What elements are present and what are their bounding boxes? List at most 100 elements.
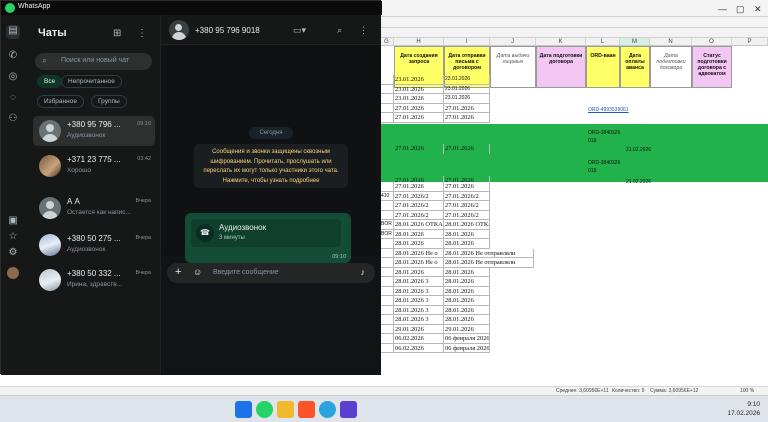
communities-icon[interactable]: ⚇ — [7, 113, 19, 125]
filter-all[interactable]: Все — [37, 75, 63, 88]
column-header[interactable]: K — [536, 38, 586, 46]
call-message[interactable]: ☎ Аудиозвонок 3 минуты 09:10 — [185, 213, 351, 263]
menu-icon[interactable]: ⋮ — [359, 25, 368, 36]
avatar — [39, 120, 61, 142]
table-row[interactable]: 29.01.2026 29.01.2026 — [380, 324, 768, 334]
chats-title: Чаты — [38, 27, 67, 39]
status-bar: Среднее: 3,60956E+11 Количество: 9 Сумма… — [0, 386, 768, 395]
brave-icon[interactable] — [298, 401, 315, 418]
table-row[interactable]: 23.01.2026 23.01.2026 — [380, 94, 768, 104]
table-row[interactable]: 23.01.2026 23.01.2026 — [380, 75, 768, 85]
whatsapp-logo-icon — [5, 3, 15, 13]
message-composer[interactable]: + ☺ Введите сообщение ♪ — [167, 263, 375, 283]
table-row[interactable]: 28.01.2026 28.01.2026 — [380, 267, 768, 277]
whatsapp-window: WhatsApp ▤ ✆ ◎ ◌ ⚇ ▣ ☆ ⚙ Чаты ⊞ ⋮ ⌕ Поис… — [0, 0, 382, 375]
column-header[interactable]: I — [444, 38, 490, 46]
date-divider: Сегодня — [249, 127, 293, 139]
table-row[interactable]: 28.01.2026 Не о 28.01.2026 Не отправляли — [380, 248, 768, 258]
microphone-icon[interactable]: ♪ — [361, 267, 366, 277]
profile-avatar[interactable] — [7, 267, 19, 279]
ord-link[interactable]: ORD-4993539061 — [588, 107, 629, 113]
close-icon[interactable]: ✕ — [754, 4, 762, 15]
column-header[interactable]: J — [490, 38, 536, 46]
phone-call-icon: ☎ — [196, 224, 214, 242]
column-header[interactable]: G — [380, 38, 394, 46]
column-header[interactable]: N — [650, 38, 692, 46]
table-row[interactable]: 410 27.01.2026/2 27.01.2026/2 — [380, 191, 768, 201]
message-input[interactable]: Введите сообщение — [213, 269, 279, 276]
video-call-icon[interactable]: ▭▾ — [293, 25, 306, 36]
table-row[interactable]: 27.01.2026 27.01.2026 — [380, 103, 768, 113]
whatsapp-icon[interactable] — [256, 401, 273, 418]
chat-list-panel: Чаты ⊞ ⋮ ⌕ Поиск или новый чат Все Непро… — [25, 15, 161, 375]
table-row[interactable]: 27.01.2026/2 27.01.2026/2 — [380, 201, 768, 211]
title-bar[interactable]: WhatsApp — [1, 1, 382, 15]
table-row[interactable]: 27.01.2026/2 27.01.2026/2 — [380, 210, 768, 220]
app-icon[interactable] — [340, 401, 357, 418]
chat-item[interactable]: +380 50 275 ... Вчера Аудиозвонок — [33, 230, 155, 260]
status-icon[interactable]: ◎ — [7, 71, 19, 83]
table-row[interactable]: 06.02.2026 06 февраля 2026 г — [380, 343, 768, 353]
table-row[interactable]: 28.01.2026 Не о 28.01.2026 Не отправляли — [380, 258, 768, 268]
avatar — [39, 197, 61, 219]
new-chat-icon[interactable]: ⊞ — [113, 28, 121, 39]
desktop: — ▢ ✕ G H I J K L M N O P Дата создания … — [0, 0, 768, 422]
chat-item[interactable]: +380 50 332 ... Вчера Ирина, здравств... — [33, 265, 155, 295]
table-row[interactable]: 28.01.2026 28.01.2026 — [380, 239, 768, 249]
attach-icon[interactable]: + — [175, 266, 181, 279]
table-row[interactable]: 28.01.2026 3 28.01.2026 — [380, 296, 768, 306]
archive-icon[interactable]: ▣ — [7, 215, 19, 227]
column-header[interactable]: P — [732, 38, 768, 46]
filter-favorites[interactable]: Избранное — [37, 95, 84, 108]
table-row[interactable]: 28.01.2026 3 28.01.2026 — [380, 315, 768, 325]
column-header[interactable]: L — [586, 38, 620, 46]
chat-item[interactable]: А А Вчера Остается как напис... — [33, 193, 155, 223]
avatar — [39, 155, 61, 177]
table-row[interactable]: 28.01.2026 3 28.01.2026 — [380, 305, 768, 315]
contact-avatar[interactable] — [169, 20, 189, 40]
column-header[interactable]: H — [394, 38, 444, 46]
menu-icon[interactable]: ⋮ — [137, 28, 147, 39]
nav-rail: ▤ ✆ ◎ ◌ ⚇ ▣ ☆ ⚙ — [1, 15, 25, 375]
chat-item[interactable]: +371 23 775 ... 03:42 Хорошо — [33, 151, 155, 181]
taskbar: 9:10 17.02.2026 — [0, 395, 768, 422]
table-row[interactable]: 28.01.2026 3 28.01.2026 — [380, 286, 768, 296]
clock[interactable]: 9:10 17.02.2026 — [727, 400, 760, 418]
table-row[interactable]: BOR28.01.2026 ОТКАЗ28.01.2026 ОТКАЗ — [380, 220, 768, 230]
table-row[interactable]: 27.01.2026 27.01.2026 — [380, 182, 768, 192]
column-header[interactable]: M — [620, 38, 650, 46]
table-row[interactable]: 06.02.2026 06 февраля 2026 г — [380, 334, 768, 344]
message-area[interactable]: Сегодня Сообщения и звонки защищены скво… — [161, 45, 381, 263]
call-card[interactable]: ☎ Аудиозвонок 3 минуты — [191, 219, 341, 247]
filter-groups[interactable]: Группы — [91, 95, 127, 108]
calls-icon[interactable]: ✆ — [7, 50, 19, 62]
table-row[interactable]: 27.01.2026 27.01.2026 — [380, 113, 768, 123]
windows-start-icon[interactable] — [235, 401, 252, 418]
encryption-notice[interactable]: Сообщения и звонки защищены сквозным шиф… — [194, 144, 348, 188]
filter-unread[interactable]: Непрочитанное — [61, 75, 122, 88]
settings-icon[interactable]: ⚙ — [7, 247, 19, 259]
table-row[interactable]: BOR 28.01.2026 28.01.2026 — [380, 229, 768, 239]
table-row[interactable]: 28.01.2026 3 28.01.2026 — [380, 277, 768, 287]
conversation-header[interactable]: +380 95 796 9018 ▭▾ ⌕ ⋮ — [161, 15, 381, 45]
conversation-panel: +380 95 796 9018 ▭▾ ⌕ ⋮ Сегодня Сообщени… — [161, 15, 381, 375]
maximize-icon[interactable]: ▢ — [736, 4, 745, 15]
contact-name[interactable]: +380 95 796 9018 — [195, 26, 260, 35]
avatar — [39, 234, 61, 256]
emoji-icon[interactable]: ☺ — [193, 267, 202, 277]
window-title: WhatsApp — [18, 3, 51, 10]
folder-icon[interactable] — [277, 401, 294, 418]
search-icon[interactable]: ⌕ — [337, 25, 342, 36]
chats-icon[interactable]: ▤ — [6, 25, 20, 39]
search-icon: ⌕ — [42, 55, 48, 65]
column-header[interactable]: O — [692, 38, 732, 46]
avatar — [39, 269, 61, 291]
starred-icon[interactable]: ☆ — [7, 231, 19, 243]
search-input[interactable]: ⌕ Поиск или новый чат — [35, 53, 152, 70]
telegram-icon[interactable] — [319, 401, 336, 418]
chat-item[interactable]: +380 95 796 ... 09:10 Аудиозвонок — [33, 116, 155, 146]
channels-icon[interactable]: ◌ — [7, 92, 19, 104]
table-row[interactable]: 23.01.2026 23.01.2026 — [380, 84, 768, 94]
minimize-icon[interactable]: — — [718, 4, 727, 14]
table-row[interactable]: 27.01.2026 27.01.2026 — [380, 144, 768, 154]
